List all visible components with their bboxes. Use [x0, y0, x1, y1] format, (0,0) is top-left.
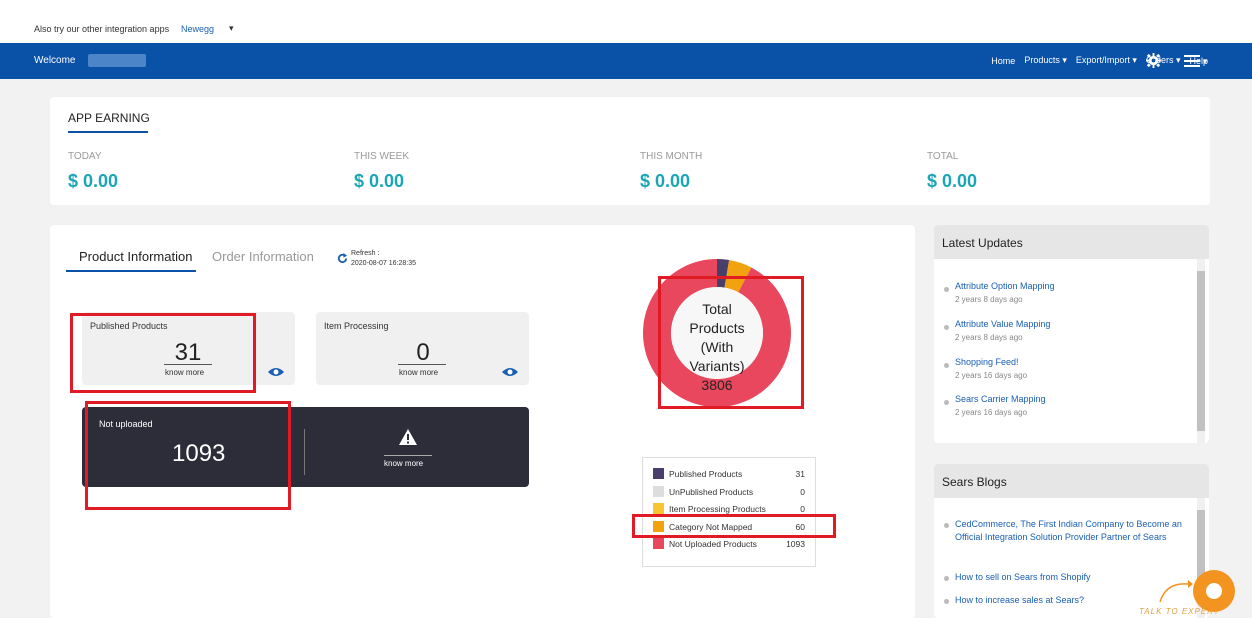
item-processing-stat: Item Processing 0 know more [316, 312, 529, 385]
highlight-box [85, 401, 291, 510]
item-processing-count: 0 [416, 339, 430, 366]
legend-label: Item Processing Products [669, 504, 766, 514]
chevron-down-icon[interactable]: ▾ [229, 23, 234, 34]
legend-item[interactable]: UnPublished Products 0 [653, 485, 805, 497]
legend-label: Published Products [669, 469, 743, 479]
legend-value: 0 [800, 486, 805, 497]
earning-month-value: $ 0.00 [640, 171, 691, 191]
divider [398, 364, 446, 365]
gear-icon[interactable] [1146, 53, 1161, 68]
arrow-icon [1159, 580, 1193, 603]
legend-label: Not Uploaded Products [669, 539, 757, 549]
refresh-icon[interactable] [337, 253, 348, 264]
highlight-box [70, 313, 256, 393]
nav-export-import[interactable]: Export/Import ▾ [1076, 55, 1137, 66]
app-earning-card: APP EARNING TODAY $ 0.00 THIS WEEK $ 0.0… [50, 97, 1210, 205]
hamburger-menu-icon[interactable]: ▾ [1184, 55, 1210, 69]
nav-products[interactable]: Products ▾ [1024, 55, 1067, 66]
legend-swatch [653, 503, 664, 514]
legend-swatch [653, 538, 664, 549]
refresh-label[interactable]: Refresh : [351, 250, 379, 257]
item-processing-label: Item Processing [324, 321, 389, 331]
active-tab-underline [66, 270, 196, 272]
product-info-card: Product Information Order Information Re… [50, 225, 915, 618]
legend-swatch [653, 468, 664, 479]
not-uploaded-know-more-link[interactable]: know more [384, 459, 423, 468]
highlight-box [632, 514, 836, 538]
scrollbar[interactable] [1197, 259, 1205, 443]
eye-icon[interactable] [501, 366, 519, 378]
earning-today-value: $ 0.00 [68, 171, 119, 191]
list-item[interactable]: How to sell on Sears from Shopify [944, 571, 1189, 584]
legend-value: 31 [795, 469, 805, 479]
username-redacted [88, 54, 146, 67]
latest-updates-title: Latest Updates [934, 225, 1209, 259]
legend-label: UnPublished Products [669, 486, 754, 497]
earning-week-value: $ 0.00 [354, 171, 405, 191]
divider [384, 455, 432, 456]
refresh-timestamp: 2020-08-07 16:28:35 [351, 260, 416, 267]
legend-swatch [653, 485, 664, 497]
app-earning-title: APP EARNING [68, 111, 150, 125]
tab-order-information[interactable]: Order Information [212, 249, 314, 264]
integration-app-select[interactable]: Newegg [181, 24, 214, 34]
warning-icon [399, 429, 417, 445]
integration-label: Also try our other integration apps [34, 24, 170, 34]
chat-bubble-icon [1206, 583, 1222, 599]
welcome-text: Welcome [34, 55, 76, 66]
latest-updates-panel: Latest Updates Attribute Option Mapping … [934, 225, 1209, 443]
chart-legend: Published Products 31 UnPublished Products… [642, 457, 816, 567]
list-item[interactable]: CedCommerce, The First Indian Company to… [944, 518, 1189, 544]
nav-menu: Home Products ▾ Export/Import ▾ Orders ▾… [991, 55, 1208, 66]
highlight-box [658, 276, 804, 409]
legend-value: 0 [800, 504, 805, 514]
chat-button[interactable] [1193, 570, 1235, 612]
nav-home[interactable]: Home [991, 56, 1015, 66]
legend-item[interactable]: Not Uploaded Products 1093 [653, 538, 805, 549]
tab-product-information[interactable]: Product Information [79, 249, 192, 264]
integration-strip: Also try our other integration apps Newe… [0, 0, 1252, 43]
earning-month-label: THIS MONTH [640, 151, 703, 162]
earning-total-label: TOTAL [927, 151, 959, 162]
eye-icon[interactable] [267, 366, 285, 378]
earning-total-value: $ 0.00 [927, 171, 978, 191]
vertical-divider [304, 429, 305, 475]
processing-know-more-link[interactable]: know more [399, 368, 438, 377]
main-navbar: Welcome Home Products ▾ Export/Import ▾ … [0, 43, 1252, 79]
legend-value: 1093 [786, 539, 805, 549]
earning-week-label: THIS WEEK [354, 151, 410, 162]
sears-blogs-title: Sears Blogs [934, 464, 1209, 498]
list-item[interactable]: How to increase sales at Sears? [944, 594, 1189, 607]
title-underline [68, 131, 148, 133]
legend-item[interactable]: Item Processing Products 0 [653, 503, 805, 514]
legend-item[interactable]: Published Products 31 [653, 468, 805, 479]
earning-today-label: TODAY [68, 151, 102, 162]
latest-updates-list: Attribute Option Mapping 2 years 8 days … [934, 259, 1209, 443]
